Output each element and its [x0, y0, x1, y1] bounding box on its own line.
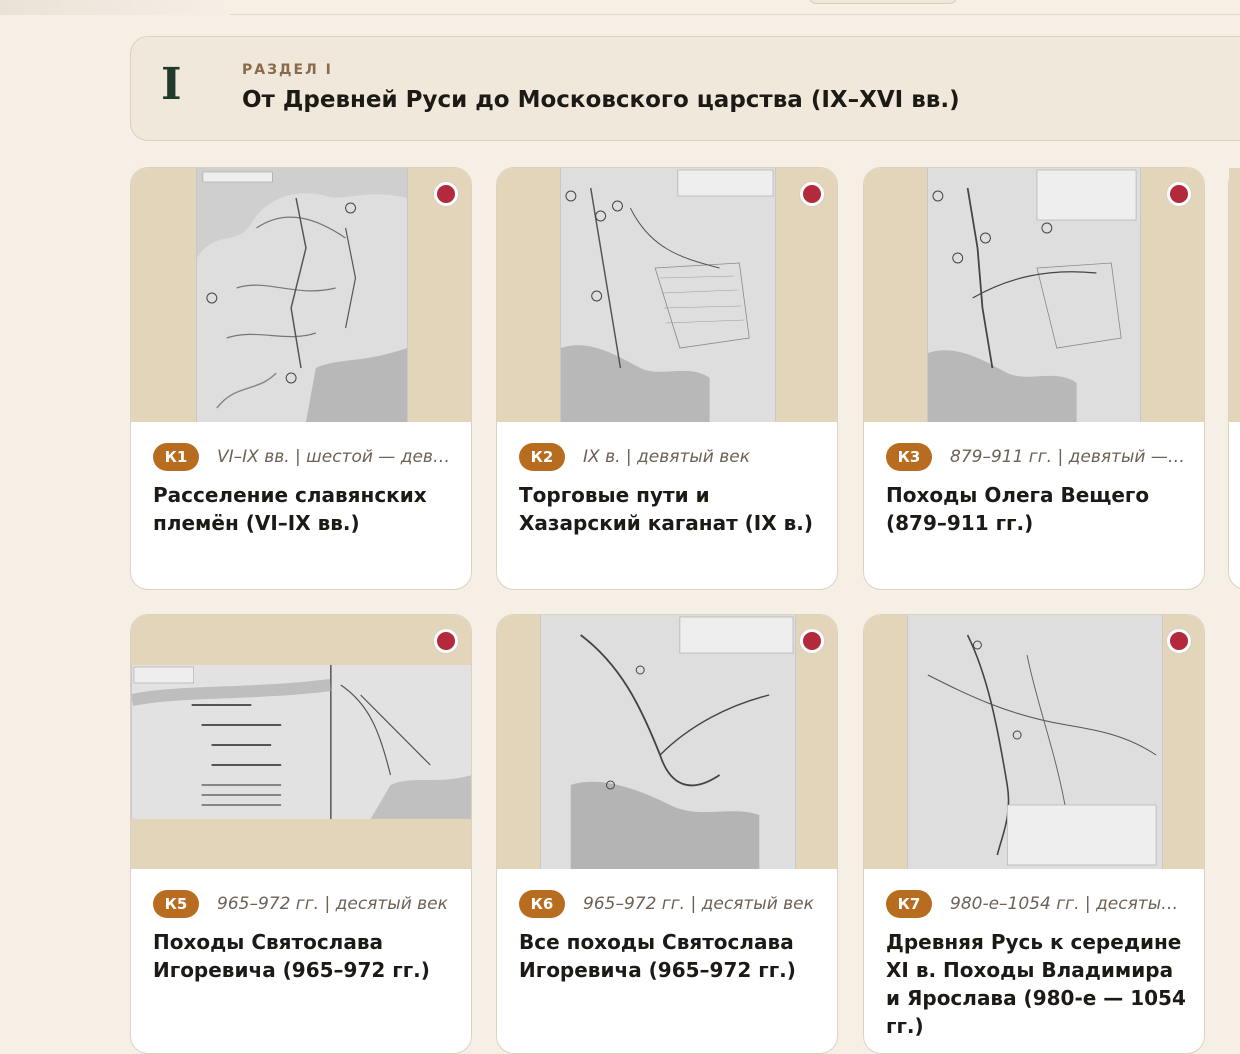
top-bar-shade [0, 0, 230, 15]
card-meta: К3 879–911 гг. | девятый — десятый век [886, 442, 1186, 472]
card-period: IX в. | девятый век [583, 447, 751, 467]
card-media [864, 168, 1204, 422]
card-period: VI–IX вв. | шестой — девятый век [217, 447, 453, 467]
top-bar [0, 0, 1240, 15]
card-period: 879–911 гг. | девятый — десятый век [950, 447, 1186, 467]
card-period: 965–972 гг. | десятый век [217, 894, 448, 914]
card-meta: К7 980-е–1054 гг. | десятый — одиннадцат… [886, 889, 1186, 919]
card-title[interactable]: Древняя Русь к середине XI в. Походы Вла… [886, 928, 1186, 1040]
status-dot [1167, 182, 1191, 206]
map-old-rus-icon [907, 615, 1163, 869]
card-meta: К2 IX в. | девятый век [519, 442, 819, 472]
status-dot [434, 182, 458, 206]
status-dot [800, 182, 824, 206]
map-card[interactable]: К2 IX в. | девятый век Торговые пути и Х… [496, 167, 838, 590]
card-title[interactable]: Все походы Святослава Игоревича (965–972… [519, 928, 819, 984]
next-card-edge[interactable] [1228, 167, 1240, 590]
card-title[interactable]: Походы Олега Вещего (879–911 гг.) [886, 481, 1186, 537]
card-meta: К1 VI–IX вв. | шестой — девятый век [153, 442, 453, 472]
card-code-badge: К2 [519, 443, 565, 471]
card-title[interactable]: Походы Святослава Игоревича (965–972 гг.… [153, 928, 453, 984]
card-title[interactable]: Торговые пути и Хазарский каганат (IX в.… [519, 481, 819, 537]
map-card[interactable]: К7 980-е–1054 гг. | десятый — одиннадцат… [863, 614, 1205, 1054]
status-dot [434, 629, 458, 653]
card-media [497, 168, 837, 422]
map-sviatoslav-campaigns-icon [540, 615, 796, 869]
card-code-badge: К3 [886, 443, 932, 471]
card-meta: К5 965–972 гг. | десятый век [153, 889, 453, 919]
map-card[interactable]: К6 965–972 гг. | десятый век Все походы … [496, 614, 838, 1054]
map-oleg-campaigns-icon [927, 168, 1141, 422]
section-label: РАЗДЕЛ I [242, 62, 333, 78]
map-trade-routes-icon [560, 168, 776, 422]
card-meta: К6 965–972 гг. | десятый век [519, 889, 819, 919]
card-period: 980-е–1054 гг. | десятый — одиннадцатый … [950, 894, 1186, 914]
card-code-badge: К5 [153, 890, 199, 918]
card-media [131, 168, 471, 422]
card-media [864, 615, 1204, 869]
section-title: От Древней Руси до Московского царства (… [242, 87, 960, 113]
card-period: 965–972 гг. | десятый век [583, 894, 814, 914]
card-title[interactable]: Расселение славянских племён (VI–IX вв.) [153, 481, 453, 537]
section-numeral: I [161, 59, 182, 110]
card-media [497, 615, 837, 869]
status-dot [1167, 629, 1191, 653]
section-header: I РАЗДЕЛ I От Древней Руси до Московског… [130, 36, 1240, 141]
card-code-badge: К7 [886, 890, 932, 918]
map-slavic-settlement-icon [196, 168, 408, 422]
card-code-badge: К1 [153, 443, 199, 471]
status-dot [800, 629, 824, 653]
map-card[interactable]: К5 965–972 гг. | десятый век Походы Свят… [130, 614, 472, 1054]
next-card-media [1229, 168, 1240, 422]
map-card[interactable]: К3 879–911 гг. | девятый — десятый век П… [863, 167, 1205, 590]
card-code-badge: К6 [519, 890, 565, 918]
card-media [131, 615, 471, 869]
top-bar-control[interactable] [808, 0, 958, 4]
map-battle-scheme-icon [131, 665, 471, 819]
map-card[interactable]: К1 VI–IX вв. | шестой — девятый век Расс… [130, 167, 472, 590]
